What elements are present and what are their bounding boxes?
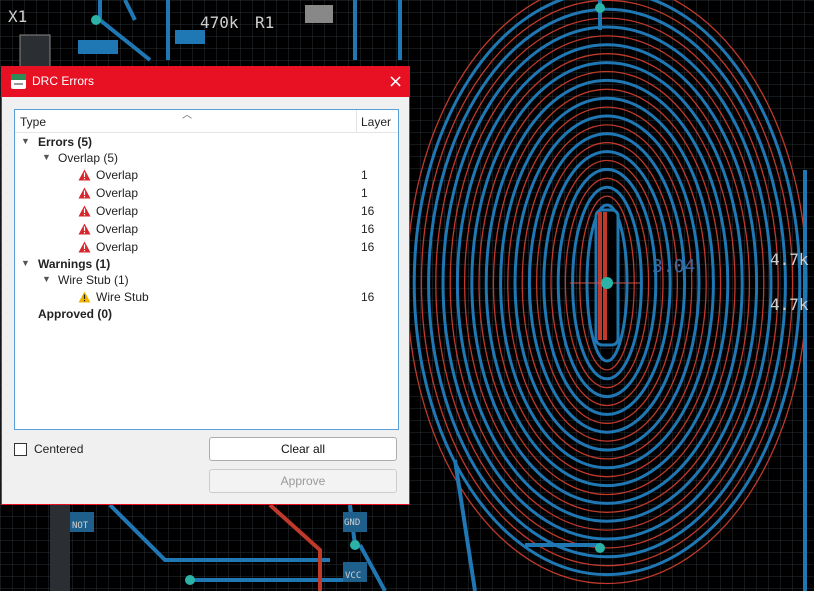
- tree-label: Warnings (1): [38, 257, 111, 271]
- pcb-label: R1: [255, 13, 274, 32]
- collapse-icon[interactable]: ▼: [42, 274, 51, 284]
- app-icon: [11, 74, 26, 89]
- column-header-layer[interactable]: Layer: [361, 115, 391, 129]
- close-icon[interactable]: ×: [382, 67, 409, 97]
- layer-value: 16: [361, 222, 375, 236]
- pcb-label: X1: [8, 7, 27, 26]
- tree-row-overlap[interactable]: Overlap 1: [15, 166, 398, 184]
- pcb-label: VCC: [345, 571, 361, 581]
- layer-value: 16: [361, 290, 375, 304]
- collapse-icon[interactable]: ▼: [42, 152, 51, 162]
- tree-row-wire-stub[interactable]: Wire Stub 16: [15, 288, 398, 306]
- tree-group-approved[interactable]: Approved (0): [15, 305, 398, 323]
- layer-value: 1: [361, 186, 368, 200]
- pcb-label: 3.04: [652, 256, 695, 277]
- tree-header: ︿ Type Layer: [15, 110, 398, 133]
- pcb-label: NOT: [72, 521, 89, 531]
- centered-checkbox[interactable]: [14, 443, 27, 456]
- collapse-icon[interactable]: ▼: [21, 258, 30, 268]
- tree-label: Errors (5): [38, 135, 93, 149]
- tree-label: Overlap: [96, 240, 139, 254]
- pcb-label: 470k: [200, 13, 239, 32]
- warning-icon: [78, 291, 91, 303]
- tree-label: Wire Stub: [96, 290, 149, 304]
- error-icon: [78, 205, 91, 217]
- tree-row-overlap[interactable]: Overlap 16: [15, 202, 398, 220]
- tree-label: Overlap: [96, 204, 139, 218]
- drc-tree[interactable]: ︿ Type Layer ▼ Errors (5) ▼ Overlap (5) …: [14, 109, 399, 430]
- error-icon: [78, 241, 91, 253]
- tree-row-overlap[interactable]: Overlap 16: [15, 220, 398, 238]
- layer-value: 16: [361, 240, 375, 254]
- dialog-titlebar[interactable]: DRC Errors ×: [2, 67, 409, 97]
- tree-row-overlap[interactable]: Overlap 16: [15, 238, 398, 256]
- layer-value: 16: [361, 204, 375, 218]
- layer-value: 1: [361, 168, 368, 182]
- tree-label: Approved (0): [38, 307, 113, 321]
- error-icon: [78, 223, 91, 235]
- pcb-label: 4.7k: [770, 295, 809, 314]
- approve-button[interactable]: Approve: [209, 469, 397, 493]
- tree-label: Overlap: [96, 186, 139, 200]
- tree-group-overlap[interactable]: ▼ Overlap (5): [15, 149, 398, 167]
- error-icon: [78, 187, 91, 199]
- sort-up-icon[interactable]: ︿: [182, 106, 192, 121]
- centered-label[interactable]: Centered: [34, 442, 83, 456]
- dialog-title: DRC Errors: [32, 74, 94, 88]
- drc-errors-dialog: DRC Errors × ︿ Type Layer ▼ Errors (5) ▼…: [1, 66, 410, 505]
- pcb-label: 4.7k: [770, 250, 809, 269]
- error-icon: [78, 169, 91, 181]
- tree-group-wire-stub[interactable]: ▼ Wire Stub (1): [15, 271, 398, 289]
- tree-label: Overlap (5): [58, 151, 119, 165]
- clear-all-button[interactable]: Clear all: [209, 437, 397, 461]
- tree-label: Wire Stub (1): [58, 273, 129, 287]
- pcb-label: GND: [344, 518, 360, 528]
- tree-row-overlap[interactable]: Overlap 1: [15, 184, 398, 202]
- collapse-icon[interactable]: ▼: [21, 136, 30, 146]
- tree-label: Overlap: [96, 168, 139, 182]
- tree-label: Overlap: [96, 222, 139, 236]
- column-header-type[interactable]: Type: [20, 115, 46, 129]
